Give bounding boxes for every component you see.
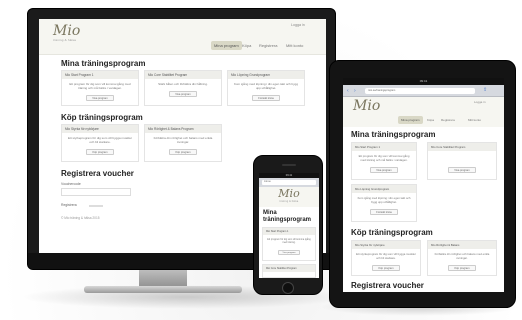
card-description: Förbättra din rörlighet och balans med e… xyxy=(153,136,213,144)
card-description: Förbättra din rörlighet och balans med e… xyxy=(434,252,490,260)
my-programs-heading: Mina träningsprogram xyxy=(61,59,146,68)
buy-card: Mio Styrka för nybörjare Ett styrkeprogr… xyxy=(61,124,139,162)
tablet-nav-account[interactable]: Mitt konto xyxy=(468,118,481,122)
share-icon[interactable]: ⇪ xyxy=(483,87,487,93)
desktop-logo[interactable]: Mio träning & hälsa xyxy=(53,24,80,42)
login-link[interactable]: Logga in xyxy=(291,23,305,27)
tablet-buy-programs-heading: Köp träningsprogram xyxy=(351,228,433,237)
tablet-url-field[interactable]: mio.se/traningsprogram xyxy=(365,88,475,94)
card-title: Mio Core Stabilitet Program xyxy=(428,143,496,151)
voucher-input[interactable] xyxy=(61,188,131,196)
footer-copyright: © Mio träning & hälsa 2015 xyxy=(61,216,100,220)
tablet-nav-buy[interactable]: Köpa xyxy=(427,118,434,122)
show-program-button[interactable]: Visa program xyxy=(370,167,398,173)
card-title: Mio Core Stabilitet Program xyxy=(263,265,315,272)
phone-browser-bar: mio.se xyxy=(259,178,319,187)
card-description: Ett styrkeprogram för dig som vill bygga… xyxy=(67,136,133,144)
card-title: Mio Rörlighet & Balans Program xyxy=(145,125,221,133)
continue-training-button[interactable]: Fortsätt träna xyxy=(252,95,280,101)
monitor-stand-base xyxy=(84,286,242,293)
phone-program-card: Mio Core Stabilitet Program xyxy=(262,264,316,278)
register-voucher-heading: Registrera voucher xyxy=(61,169,134,178)
tablet-status-bar: 09:41 xyxy=(343,78,504,85)
tablet-browser-bar: ‹ › mio.se/traningsprogram ⇪ xyxy=(343,85,504,97)
phone-device: 09:41 mio.se Mio träning & hälsa Mina tr… xyxy=(253,155,323,295)
phone-screen: 09:41 mio.se Mio träning & hälsa Mina tr… xyxy=(259,173,319,278)
card-title: Mio Styrka för nybörjare xyxy=(352,241,420,249)
tablet-buy-card: Mio Styrka för nybörjare Ett styrkeprogr… xyxy=(351,240,421,276)
tablet-login-link[interactable]: Logga in xyxy=(474,100,486,104)
buy-card: Mio Rörlighet & Balans Program Förbättra… xyxy=(144,124,222,162)
phone-my-programs-heading: Mina träningsprogram xyxy=(263,210,312,223)
card-description: Ett program för dig som vill komma igång… xyxy=(69,82,131,90)
phone-program-card: Mio Start Program 1 Ett program för dig … xyxy=(262,227,316,261)
card-description: Ett styrkeprogram för dig som vill bygga… xyxy=(356,252,416,260)
card-title: Mio Start Program 1 xyxy=(62,71,138,79)
tablet-register-voucher-heading: Registrera voucher xyxy=(351,281,424,290)
tablet-buy-card: Mio Rörlighet & Balans Förbättra din rör… xyxy=(427,240,497,276)
card-description: Ett program för dig som vill komma igång… xyxy=(358,154,410,162)
tablet-nav-register[interactable]: Registrera xyxy=(441,118,455,122)
tablet-program-card: Mio Start Program 1 Ett program för dig … xyxy=(351,142,417,180)
voucher-label: Vouchercode xyxy=(61,182,81,186)
tablet-nav-my-programs[interactable]: Mina program xyxy=(398,116,423,124)
buy-program-button[interactable]: Köp program xyxy=(448,265,476,271)
card-title: Mio Löpning Grundprogram xyxy=(352,185,416,193)
card-description: Kom igång med löpning i din egen takt oc… xyxy=(233,82,299,90)
logo-text: Mio xyxy=(53,23,81,39)
phone-home-button[interactable] xyxy=(282,282,294,294)
forward-arrow-icon[interactable]: › xyxy=(354,88,356,94)
tablet-program-card: Mio Core Stabilitet Program Visa program xyxy=(427,142,497,180)
phone-url-field[interactable]: mio.se xyxy=(262,180,316,185)
desktop-header: Mio träning & hälsa Logga in Mina progra… xyxy=(39,19,326,55)
nav-item-buy[interactable]: Köpa xyxy=(242,43,251,48)
program-card: Mio Core Stabilitet Program Stärk bålen … xyxy=(144,70,222,106)
divider xyxy=(89,205,103,207)
phone-logo[interactable]: Mio xyxy=(259,187,319,200)
card-description: Ett program för dig som vill komma igång… xyxy=(267,238,311,245)
show-program-button[interactable]: Visa program xyxy=(86,95,114,101)
card-title: Mio Start Program 1 xyxy=(263,228,315,235)
card-title: Mio Styrka för nybörjare xyxy=(62,125,138,133)
nav-item-register[interactable]: Registrera xyxy=(259,43,277,48)
tablet-device: 09:41 ‹ › mio.se/traningsprogram ⇪ Mio L… xyxy=(329,60,516,308)
buy-program-button[interactable]: Köp program xyxy=(169,149,197,155)
phone-speaker xyxy=(282,164,296,166)
nav-item-account[interactable]: Mitt konto xyxy=(286,43,303,48)
program-card: Mio Löpning Grundprogram Kom igång med l… xyxy=(227,70,305,106)
show-program-button[interactable]: Visa program xyxy=(169,91,197,97)
phone-tagline: träning & hälsa xyxy=(279,200,299,203)
card-title: Mio Rörlighet & Balans xyxy=(428,241,496,249)
nav-item-my-programs[interactable]: Mina program xyxy=(211,41,242,50)
tablet-header: Mio Logga in Mina program Köpa Registrer… xyxy=(343,97,504,127)
tablet-program-card: Mio Löpning Grundprogram Kom igång med l… xyxy=(351,184,417,222)
card-spacer xyxy=(428,151,496,165)
card-title: Mio Start Program 1 xyxy=(352,143,416,151)
program-card: Mio Start Program 1 Ett program för dig … xyxy=(61,70,139,106)
back-arrow-icon[interactable]: ‹ xyxy=(347,88,349,94)
card-title: Mio Löpning Grundprogram xyxy=(228,71,304,79)
card-description: Stärk bålen och förbättra din hållning. xyxy=(158,82,208,86)
voucher-submit-button[interactable]: Registrera xyxy=(61,203,77,207)
tablet-screen: 09:41 ‹ › mio.se/traningsprogram ⇪ Mio L… xyxy=(343,78,504,292)
phone-header: Mio träning & hälsa xyxy=(259,187,319,207)
buy-program-button[interactable]: Köp program xyxy=(86,149,114,155)
show-program-button[interactable]: Visa program xyxy=(278,249,300,255)
show-program-button[interactable]: Visa program xyxy=(448,167,476,173)
card-title: Mio Core Stabilitet Program xyxy=(145,71,221,79)
buy-programs-heading: Köp träningsprogram xyxy=(61,113,143,122)
tablet-my-programs-heading: Mina träningsprogram xyxy=(351,130,436,139)
card-description: Kom igång med löpning i din egen takt oc… xyxy=(357,196,411,204)
continue-training-button[interactable]: Fortsätt träna xyxy=(370,209,398,215)
buy-program-button[interactable]: Köp program xyxy=(372,265,400,271)
tablet-logo[interactable]: Mio xyxy=(353,99,380,113)
